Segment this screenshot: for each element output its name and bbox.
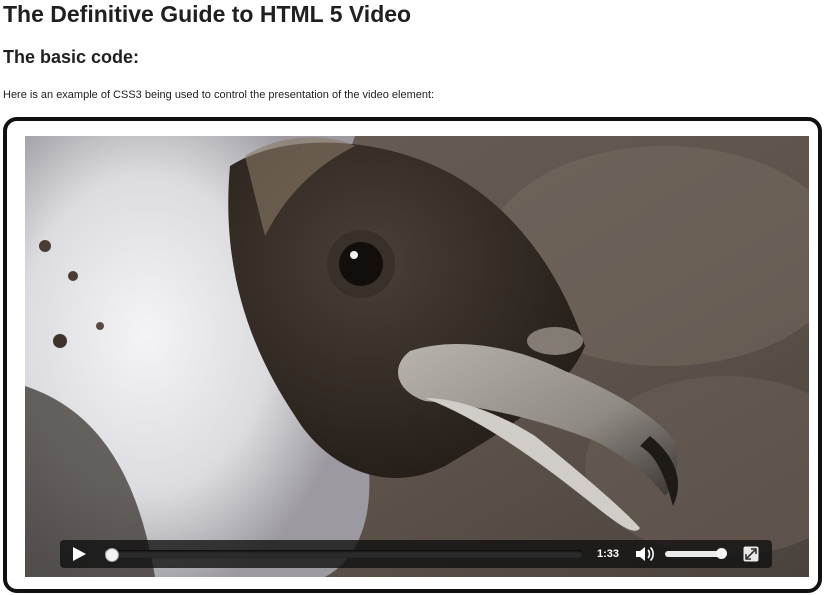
play-button[interactable] [70, 545, 88, 563]
mute-button[interactable] [634, 544, 656, 564]
time-display: 1:33 [597, 548, 620, 560]
play-icon [73, 547, 86, 561]
video-controls: 1:33 [60, 540, 772, 568]
section-heading: The basic code: [3, 47, 140, 67]
video-player[interactable]: 1:33 [25, 136, 809, 577]
volume-fill [665, 551, 722, 557]
volume-slider[interactable] [665, 548, 727, 559]
intro-text: Here is an example of CSS3 being used to… [3, 89, 435, 101]
progress-handle[interactable] [105, 548, 119, 562]
video-frame-image [25, 136, 809, 577]
page-title: The Definitive Guide to HTML 5 Video [3, 1, 412, 27]
speaker-icon [636, 546, 654, 562]
video-frame: 1:33 [3, 117, 822, 593]
volume-handle[interactable] [715, 548, 727, 559]
fullscreen-button[interactable] [743, 546, 759, 562]
progress-scrubber[interactable] [105, 548, 583, 562]
fullscreen-icon [743, 546, 759, 562]
